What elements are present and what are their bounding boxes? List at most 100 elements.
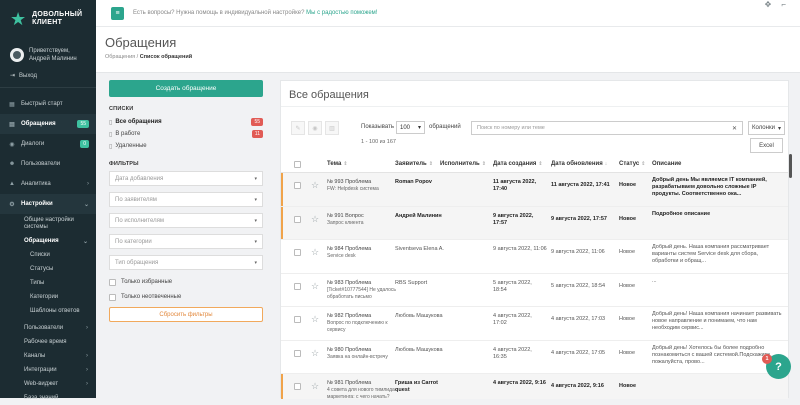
sidebar-sub-templates[interactable]: Шаблоны ответов xyxy=(0,304,96,318)
ticket-requester[interactable]: Roman Popov xyxy=(395,179,447,186)
star-icon[interactable]: ☆ xyxy=(311,348,319,359)
ticket-updated: 5 августа 2022, 18:54 xyxy=(551,282,606,289)
table-row[interactable]: ☆ № 991 Вопрос Запрос клиента Андрей Малини… xyxy=(281,206,788,240)
sidebar-item-quick-start[interactable]: ▦ Быстрый старт xyxy=(0,94,96,114)
filter-date-select[interactable]: Дата добавления ▾ xyxy=(109,171,263,186)
star-icon[interactable]: ☆ xyxy=(311,381,319,392)
select-all-checkbox[interactable] xyxy=(294,161,301,168)
ticket-subject[interactable]: № 982 Проблема Вопрос по подключению к се… xyxy=(327,313,397,334)
table-row[interactable]: ☆ № 993 Проблема FW: Helpdesk система Roman… xyxy=(281,173,788,207)
col-subject[interactable]: Тема ⇕ xyxy=(327,161,348,167)
sidebar-sub-statuses[interactable]: Статусы xyxy=(0,262,96,276)
filter-executors-select[interactable]: По исполнителям ▾ xyxy=(109,213,263,228)
brand-logo[interactable]: ★ ДОВОЛЬНЫЙ КЛИЕНТ xyxy=(0,0,96,38)
checkbox[interactable] xyxy=(109,278,116,286)
ticket-requester[interactable]: Siventseva Elena A. xyxy=(395,246,447,253)
sidebar-sub-integrations[interactable]: Интеграции › xyxy=(0,363,96,377)
col-status[interactable]: Статус ⇕ xyxy=(619,161,645,167)
filter-type-select[interactable]: Тип обращения ▾ xyxy=(109,255,263,270)
eye-icon[interactable]: ◉ xyxy=(308,121,322,135)
sidebar-sub-general[interactable]: Общие настройки системы xyxy=(0,214,96,234)
star-icon[interactable]: ☆ xyxy=(311,180,319,191)
table-row[interactable]: ☆ № 981 Проблема 4 совета для нового тимли… xyxy=(281,374,788,399)
row-checkbox[interactable] xyxy=(294,182,301,189)
sidebar-sub-types[interactable]: Типы xyxy=(0,276,96,290)
list-item-deleted[interactable]: ▯ Удаленные xyxy=(109,140,263,152)
create-ticket-button[interactable]: Создать обращение xyxy=(109,80,263,97)
sidebar-sub-worktime[interactable]: Рабочее время xyxy=(0,335,96,349)
sidebar-item-settings[interactable]: ⚙ Настройки ⌄ xyxy=(0,194,96,214)
columns-button[interactable]: Колонки ▾ xyxy=(748,121,785,135)
clear-icon[interactable]: ✕ xyxy=(732,125,737,132)
row-checkbox[interactable] xyxy=(294,249,301,256)
ticket-updated: 11 августа 2022, 17:41 xyxy=(551,182,610,188)
page-size-select[interactable]: 100 ▾ xyxy=(396,121,425,134)
chevron-right-icon: › xyxy=(86,353,88,359)
help-link[interactable]: Мы с радостью поможем! xyxy=(306,10,377,16)
sidebar-sub-users[interactable]: Пользователи › xyxy=(0,321,96,335)
breadcrumb-tickets[interactable]: Обращения xyxy=(105,54,135,60)
sidebar-item-users[interactable]: ☻ Пользователи xyxy=(0,154,96,174)
sidebar-item-tickets[interactable]: ▤ Обращения 55 xyxy=(0,114,96,134)
ticket-status: Новое xyxy=(619,383,637,389)
ticket-number: № 982 Проблема xyxy=(327,313,372,319)
table-row[interactable]: ☆ № 982 Проблема Вопрос по подключению к с… xyxy=(281,307,788,341)
arrows-icon[interactable]: ✥ xyxy=(765,0,772,9)
star-icon[interactable]: ☆ xyxy=(311,281,319,292)
sidebar-sub-knowledge[interactable]: База знаний xyxy=(0,391,96,405)
logout-link[interactable]: ⇥ Выход xyxy=(0,67,96,81)
trash-icon[interactable]: ▥ xyxy=(325,121,339,135)
filter-requesters-select[interactable]: По заявителям ▾ xyxy=(109,192,263,207)
search-input[interactable]: Поиск по номеру или теме ✕ xyxy=(471,121,743,135)
star-icon[interactable]: ☆ xyxy=(311,214,319,225)
sidebar-sub-webwidget[interactable]: Web-виджет › xyxy=(0,377,96,391)
ticket-requester[interactable]: Андрей Малинин xyxy=(395,213,447,220)
ticket-subject[interactable]: № 980 Проблема Заявка на онлайн-встречу xyxy=(327,347,397,361)
checkbox[interactable] xyxy=(109,293,116,301)
col-requester[interactable]: Заявитель ⇕ xyxy=(395,161,433,167)
only-favorites-checkbox[interactable]: Только избранные xyxy=(109,276,263,288)
table-row[interactable]: ☆ № 984 Проблема Service desk Siventseva El… xyxy=(281,240,788,274)
row-checkbox[interactable] xyxy=(294,282,301,290)
sidebar-sub-channels[interactable]: Каналы › xyxy=(0,349,96,363)
col-created[interactable]: Дата создания ⇕ xyxy=(493,161,543,167)
excel-export-button[interactable]: Excel xyxy=(750,138,783,153)
ticket-number: № 983 Проблема xyxy=(327,279,372,286)
list-item-in-progress[interactable]: ▯ В работе 11 xyxy=(109,128,263,140)
ticket-created: 11 августа 2022, 17:40 xyxy=(493,179,537,192)
filter-category-select[interactable]: По категории ▾ xyxy=(109,234,263,249)
star-icon[interactable]: ☆ xyxy=(311,247,319,258)
sidebar-sub-tickets[interactable]: Обращения ⌄ xyxy=(0,234,96,248)
list-item-all[interactable]: ▯ Все обращения 55 xyxy=(109,116,263,128)
table-row[interactable]: ☆ № 980 Проблема Заявка на онлайн-встречу Л… xyxy=(281,341,788,374)
star-icon[interactable]: ☆ xyxy=(311,314,319,325)
ticket-requester[interactable]: Гриша из Carrot quest xyxy=(395,380,447,394)
ticket-requester[interactable]: RBS Support xyxy=(395,280,447,287)
avatar[interactable] xyxy=(10,48,24,62)
row-checkbox[interactable] xyxy=(294,215,301,223)
row-checkbox[interactable] xyxy=(294,349,301,357)
row-checkbox[interactable] xyxy=(294,316,301,323)
ticket-requester[interactable]: Любовь Машукова xyxy=(395,347,447,354)
chevron-right-icon: › xyxy=(86,325,88,331)
scrollbar[interactable] xyxy=(789,154,792,178)
row-checkbox[interactable] xyxy=(294,383,301,390)
sidebar-item-dialogs[interactable]: ◉ Диалоги 0 xyxy=(0,134,96,154)
col-updated[interactable]: Дата обновления ↓ xyxy=(551,161,607,167)
col-executor[interactable]: Исполнитель ⇕ xyxy=(440,161,486,167)
menu-toggle-button[interactable]: ≡ xyxy=(111,6,124,20)
edit-icon[interactable]: ✎ xyxy=(291,121,305,135)
sidebar-sub-categories[interactable]: Категории xyxy=(0,290,96,304)
ticket-subject[interactable]: № 991 Вопрос Запрос клиента xyxy=(327,213,397,227)
ticket-subject[interactable]: № 984 Проблема Service desk xyxy=(327,246,397,260)
only-unanswered-checkbox[interactable]: Только неотвеченные xyxy=(109,291,263,303)
expand-icon[interactable]: ⌐ xyxy=(781,0,786,9)
ticket-subject[interactable]: № 993 Проблема FW: Helpdesk система xyxy=(327,179,397,193)
reset-filters-button[interactable]: Сбросить фильтры xyxy=(109,307,263,322)
ticket-subject[interactable]: № 983 Проблема [Ticket#10777544] Не удало… xyxy=(327,280,397,301)
ticket-subject[interactable]: № 981 Проблема 4 совета для нового тимлид… xyxy=(327,380,397,399)
sidebar-item-analytics[interactable]: ▲ Аналитика › xyxy=(0,174,96,194)
ticket-requester[interactable]: Любовь Машукова xyxy=(395,313,447,320)
sidebar-sub-lists[interactable]: Списки xyxy=(0,248,96,262)
table-row[interactable]: ☆ № 983 Проблема [Ticket#10777544] Не удал… xyxy=(281,274,788,307)
